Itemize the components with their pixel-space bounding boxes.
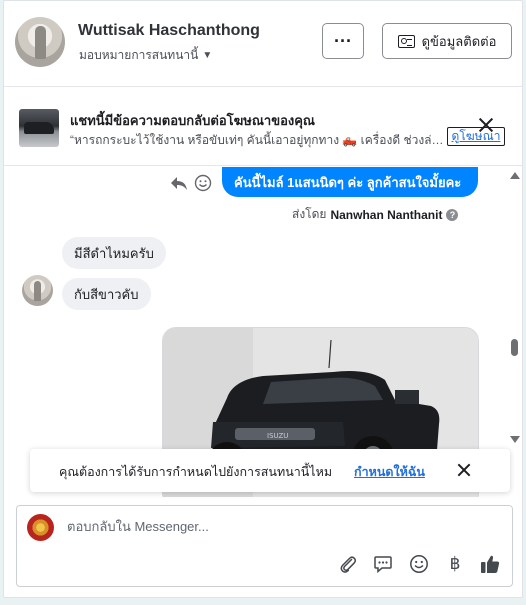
id-card-icon [397, 34, 415, 48]
close-icon[interactable] [478, 117, 494, 133]
thumbs-up-icon[interactable] [479, 553, 501, 575]
assign-conversation-dropdown[interactable]: มอบหมายการสนทนานี้ ▼ [79, 46, 212, 65]
ad-preview-text: “หารถกระบะไว้ใช้งาน หรือขับเท่ๆ คันนี้เอ… [70, 133, 445, 147]
contact-name[interactable]: Wuttisak Haschanthong [78, 22, 260, 40]
message-thread[interactable]: คันนี้ไมล์ 1แสนนิดๆ ค่ะ ลูกค้าสนใจมั้ยคะ… [4, 167, 522, 497]
reply-input[interactable] [67, 519, 467, 534]
incoming-message[interactable]: มีสีดำไหมครับ [62, 237, 166, 269]
outgoing-message[interactable]: คันนี้ไมล์ 1แสนนิดๆ ค่ะ ลูกค้าสนใจมั้ยคะ [222, 167, 478, 197]
saved-reply-icon[interactable] [372, 553, 394, 575]
close-icon[interactable] [457, 463, 471, 477]
emoji-icon[interactable] [408, 553, 430, 575]
conversation-panel: Wuttisak Haschanthong มอบหมายการสนทนานี้… [3, 0, 523, 598]
scroll-thumb[interactable] [511, 339, 518, 356]
scroll-down-arrow[interactable] [510, 436, 520, 443]
page-avatar [27, 514, 54, 541]
view-contact-button[interactable]: ดูข้อมูลติดต่อ [382, 23, 512, 59]
svg-text:ISUZU: ISUZU [267, 432, 288, 440]
paperclip-icon[interactable] [337, 553, 359, 575]
help-icon[interactable]: ? [446, 208, 459, 221]
more-options-button[interactable]: ··· [322, 23, 364, 59]
ad-reply-notice: แชทนี้มีข้อความตอบกลับต่อโฆษณาของคุณ “หา… [4, 88, 522, 166]
baht-icon[interactable]: ฿ [444, 553, 466, 575]
chevron-down-icon: ▼ [202, 50, 213, 61]
reply-icon[interactable] [169, 174, 189, 192]
view-ad-link[interactable]: ดูโฆษณา [447, 127, 505, 146]
conversation-header: Wuttisak Haschanthong มอบหมายการสนทนานี้… [4, 1, 522, 87]
thread-scrollbar[interactable] [509, 167, 521, 452]
emoji-icon[interactable] [194, 174, 212, 192]
ad-thumbnail [19, 109, 59, 147]
incoming-message[interactable]: กับสีขาวคับ [62, 278, 151, 310]
sent-by-line: ส่งโดย Nanwhan Nanthanit ? [292, 205, 459, 224]
sender-avatar [22, 275, 53, 306]
contact-avatar[interactable] [15, 17, 65, 67]
assign-label: มอบหมายการสนทนานี้ [79, 48, 199, 62]
message-composer: ฿ [16, 505, 513, 587]
scroll-up-arrow[interactable] [510, 172, 520, 179]
sent-by-name: Nanwhan Nanthanit [330, 207, 443, 222]
assignment-prompt-text: คุณต้องการได้รับการกำหนดไปยังการสนทนานี้… [59, 465, 333, 479]
ad-notice-title: แชทนี้มีข้อความตอบกลับต่อโฆษณาของคุณ [70, 113, 315, 128]
sent-by-prefix: ส่งโดย [292, 207, 327, 221]
assignment-prompt: คุณต้องการได้รับการกำหนดไปยังการสนทนานี้… [30, 449, 510, 492]
assign-to-me-link[interactable]: กำหนดให้ฉัน [354, 462, 425, 482]
view-contact-label: ดูข้อมูลติดต่อ [421, 33, 497, 49]
